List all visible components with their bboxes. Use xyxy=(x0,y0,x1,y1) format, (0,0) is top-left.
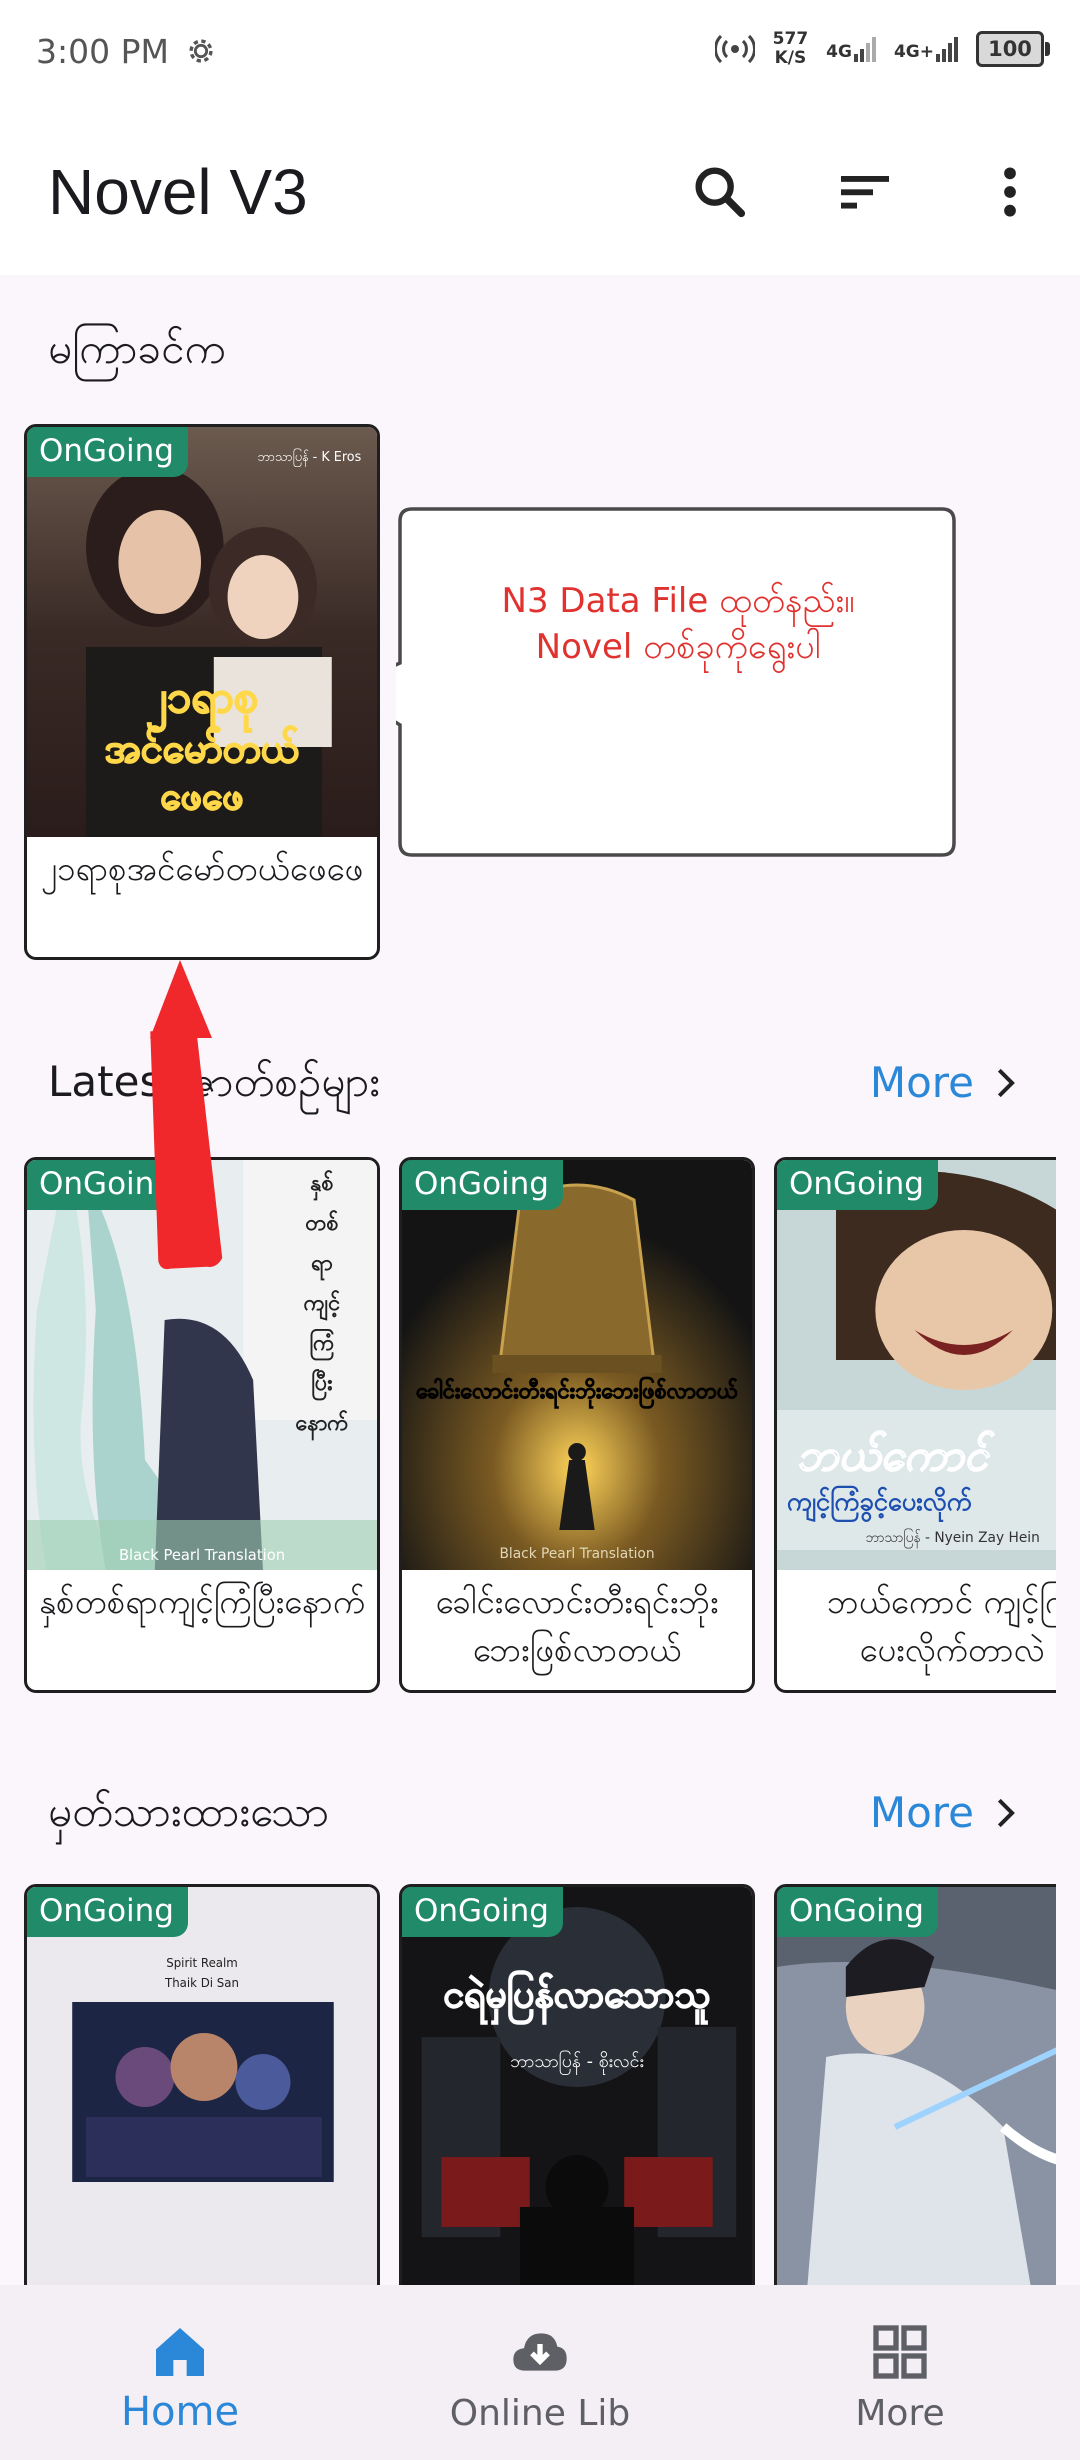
signal-4g-plus: 4G+ xyxy=(894,36,958,62)
card-clip: ဘယ်ကောင် ကျင့်ကြံခွင့်ပေးလိုက် ဘာသာပြန် … xyxy=(774,1157,1056,1697)
grid-icon xyxy=(873,2325,927,2379)
latest-more-link[interactable]: More xyxy=(870,1058,1022,1107)
svg-text:အင်မော်တယ်: အင်မော်တယ် xyxy=(105,726,299,772)
status-badge: OnGoing xyxy=(27,1887,188,1937)
annotation-arrow xyxy=(150,960,223,1270)
novel-cover-image: ငရဲမှပြန်လာသောသူ ဘာသာပြန် - စိုးလင်း xyxy=(402,1887,752,2297)
svg-text:Spirit Realm: Spirit Realm xyxy=(166,1956,238,1970)
signal-bars-icon xyxy=(936,36,958,62)
bottom-navigation: Home Online Lib More xyxy=(0,2285,1080,2460)
novel-cover-image xyxy=(777,1887,1056,2297)
status-badge: OnGoing xyxy=(27,427,188,477)
settings-gear-icon xyxy=(189,39,213,63)
svg-text:Thaik Di San: Thaik Di San xyxy=(164,1976,239,1990)
novel-cover-image: Spirit Realm Thaik Di San xyxy=(27,1887,377,2297)
novel-card[interactable]: ဘယ်ကောင် ကျင့်ကြံခွင့်ပေးလိုက် ဘာသာပြန် … xyxy=(774,1157,1056,1693)
status-bar: 3:00 PM 577 K/S 4G 4G+ 100 xyxy=(0,0,1080,105)
signal-4g: 4G xyxy=(826,36,876,62)
svg-text:ကျင့်: ကျင့် xyxy=(304,1289,341,1320)
novel-cover-image: ဘယ်ကောင် ကျင့်ကြံခွင့်ပေးလိုက် ဘာသာပြန် … xyxy=(777,1160,1056,1570)
nav-online-lib[interactable]: Online Lib xyxy=(360,2285,720,2460)
app-bar: Novel V3 xyxy=(0,105,1080,275)
nav-more[interactable]: More xyxy=(720,2285,1080,2460)
novel-title: နှစ်တစ်ရာကျင့်ကြံပြီးနောက် xyxy=(38,1582,366,1621)
home-icon xyxy=(156,2328,204,2376)
network-speed: 577 K/S xyxy=(772,29,809,68)
novel-title: ဘယ်ကောင် ကျင့်ကြံ ပေးလိုက်တာလဲ xyxy=(826,1582,1056,1669)
svg-text:Black Pearl Translation: Black Pearl Translation xyxy=(119,1546,285,1564)
svg-text:တစ်: တစ် xyxy=(305,1209,338,1236)
status-badge: OnGoing xyxy=(777,1160,938,1210)
search-icon[interactable] xyxy=(688,160,752,224)
svg-text:ဘယ်ကောင်: ဘယ်ကောင် xyxy=(797,1430,995,1481)
speech-bubble xyxy=(396,507,956,857)
status-badge: OnGoing xyxy=(777,1887,938,1937)
novel-card[interactable]: ခေါင်းလောင်းတီးရင်းဘိုးဘေးဖြစ်လာတယ် Blac… xyxy=(399,1157,755,1693)
nav-home-label: Home xyxy=(120,2389,240,2435)
svg-text:Black Pearl Translation: Black Pearl Translation xyxy=(499,1546,654,1562)
svg-text:ဘာသာပြန် - Nyein Zay Hein: ဘာသာပြန် - Nyein Zay Hein xyxy=(865,1529,1039,1548)
chevron-right-icon xyxy=(997,1798,1015,1827)
status-time: 3:00 PM xyxy=(36,32,169,71)
more-vert-icon[interactable] xyxy=(978,160,1042,224)
hotspot-icon xyxy=(714,34,755,64)
section-title-bookmarked: မှတ်သားထားသော xyxy=(48,1787,329,1836)
signal-bars-icon xyxy=(853,36,876,62)
status-badge: OnGoing xyxy=(402,1887,563,1937)
cloud-download-icon xyxy=(513,2333,567,2371)
status-badge: OnGoing xyxy=(402,1160,563,1210)
nav-more-label: More xyxy=(855,2393,945,2434)
svg-text:ဖေဖေ: ဖေဖေ xyxy=(160,774,243,818)
novel-cover-image: ၂၁ရာစု အင်မော်တယ် ဖေဖေ ဘာသာပြန် - K Eros xyxy=(27,427,377,837)
bookmarked-more-link[interactable]: More xyxy=(870,1788,1022,1837)
battery-indicator: 100 xyxy=(976,31,1050,67)
app-title: Novel V3 xyxy=(48,156,308,228)
nav-home[interactable]: Home xyxy=(0,2285,360,2460)
chevron-right-icon xyxy=(997,1068,1015,1097)
novel-cover-image: ခေါင်းလောင်းတီးရင်းဘိုးဘေးဖြစ်လာတယ် Blac… xyxy=(402,1160,752,1570)
novel-title: ခေါင်းလောင်းတီးရင်းဘိုးဘေးဖြစ်လာတယ် xyxy=(435,1582,719,1669)
nav-online-lib-label: Online Lib xyxy=(449,2393,631,2434)
novel-title: ၂၁ရာစုအင်မော်တယ်ဖေဖေ xyxy=(40,849,364,888)
svg-text:ဘာသာပြန် - စိုးလင်း: ဘာသာပြန် - စိုးလင်း xyxy=(510,2050,644,2075)
sort-icon[interactable] xyxy=(833,160,897,224)
callout-text: N3 Data File ထုတ်နည်း။ Novel တစ်ခုကိုရွေ… xyxy=(501,581,855,667)
section-title-recent: မကြာခင်က xyxy=(48,324,226,373)
svg-text:ဘာသာပြန် - K Eros: ဘာသာပြန် - K Eros xyxy=(257,448,361,467)
novel-card[interactable]: ၂၁ရာစု အင်မော်တယ် ဖေဖေ ဘာသာပြန် - K Eros… xyxy=(24,424,380,960)
